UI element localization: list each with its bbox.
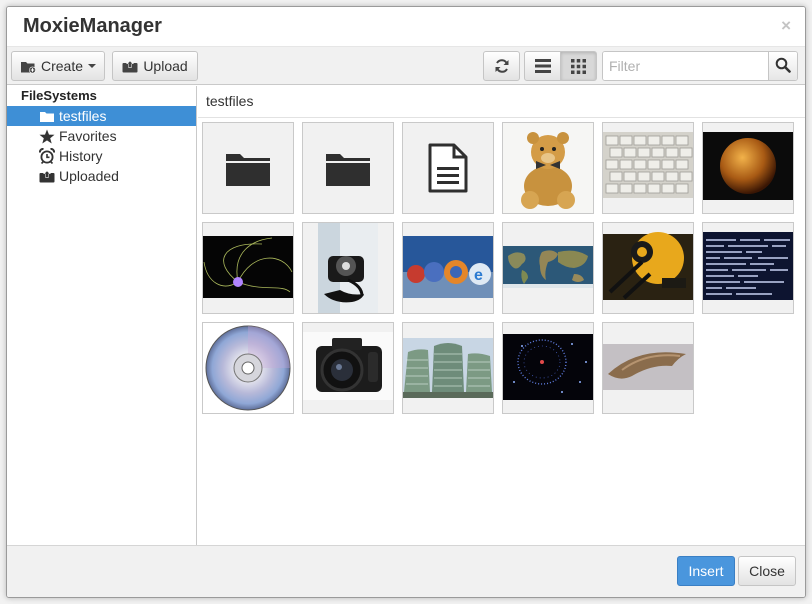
window-title: MoxieManager <box>23 15 162 37</box>
building-image <box>403 323 493 413</box>
file-tile[interactable] <box>702 122 794 214</box>
filter-box <box>602 51 798 81</box>
file-tile[interactable] <box>402 322 494 414</box>
create-label: Create <box>40 58 84 74</box>
filter-input[interactable] <box>603 52 769 80</box>
file-tile[interactable] <box>302 122 394 214</box>
folder-icon <box>224 148 272 188</box>
file-tile[interactable] <box>502 322 594 414</box>
insert-button[interactable]: Insert <box>677 556 735 586</box>
gear-machine-image <box>603 223 693 313</box>
upload-box-icon <box>39 168 57 184</box>
close-button[interactable]: Close <box>738 556 796 586</box>
file-tile[interactable]: e <box>402 222 494 314</box>
file-tile[interactable] <box>302 322 394 414</box>
light-trails-image <box>203 223 293 313</box>
sidebar-item-history[interactable]: History <box>7 146 196 166</box>
world-map-image <box>503 223 593 313</box>
cd-disc-image <box>203 323 293 413</box>
tree-root-label: FileSystems <box>21 88 97 103</box>
file-tile[interactable] <box>402 122 494 214</box>
teddy-bear-image <box>503 123 593 213</box>
file-manager-dialog: MoxieManager × Create Upload Filter File… <box>6 6 806 598</box>
file-tile[interactable] <box>502 222 594 314</box>
search-icon <box>775 57 791 76</box>
dialog-footer: Insert Close <box>7 545 805 597</box>
refresh-icon <box>494 58 510 74</box>
svg-text:e: e <box>474 267 483 284</box>
list-view-icon <box>534 59 551 73</box>
folder-add-icon <box>20 59 37 74</box>
browser-logos-image: e <box>403 223 493 313</box>
keyboard-image <box>603 123 693 213</box>
file-tile[interactable] <box>602 222 694 314</box>
upload-label: Upload <box>143 58 188 74</box>
telephone-image <box>303 223 393 313</box>
sidebar-item-testfiles[interactable]: testfiles <box>7 106 196 126</box>
sidebar-item-favorites[interactable]: Favorites <box>7 126 196 146</box>
file-tile[interactable] <box>602 122 694 214</box>
search-button[interactable] <box>768 52 797 80</box>
create-button[interactable]: Create <box>11 51 105 81</box>
sidebar-item-label: Uploaded <box>59 168 119 184</box>
file-tile[interactable] <box>602 322 694 414</box>
list-view-button[interactable] <box>524 51 561 81</box>
folder-icon <box>324 148 372 188</box>
file-browser: testfiles e <box>198 86 805 545</box>
terminal-text-image <box>703 223 793 313</box>
upload-button[interactable]: Upload <box>112 51 198 81</box>
sidebar-item-label: testfiles <box>59 108 107 124</box>
file-tile[interactable] <box>202 322 294 414</box>
planet-image <box>703 123 793 213</box>
close-icon[interactable]: × <box>781 16 791 36</box>
file-tile[interactable] <box>702 222 794 314</box>
sidebar-item-label: Favorites <box>59 128 117 144</box>
star-icon <box>39 128 57 144</box>
grid-view-button[interactable] <box>560 51 597 81</box>
camera-image <box>303 323 393 413</box>
breadcrumb: testfiles <box>198 86 805 118</box>
toolbar: Create Upload <box>7 47 805 85</box>
current-path[interactable]: testfiles <box>206 93 253 109</box>
chevron-down-icon <box>88 64 97 68</box>
sidebar-item-uploaded[interactable]: Uploaded <box>7 166 196 186</box>
sidebar: FileSystems testfiles Favorites History … <box>7 86 197 545</box>
file-tile[interactable] <box>202 222 294 314</box>
file-tile[interactable] <box>502 122 594 214</box>
file-tile[interactable] <box>202 122 294 214</box>
upload-icon <box>122 59 138 73</box>
sidebar-item-label: History <box>59 148 103 164</box>
file-tile[interactable] <box>302 222 394 314</box>
particle-ring-image <box>503 323 593 413</box>
grid-view-icon <box>571 58 586 74</box>
refresh-button[interactable] <box>483 51 520 81</box>
folder-open-icon <box>39 108 57 124</box>
title-bar: MoxieManager × <box>7 7 805 47</box>
alarm-clock-icon <box>39 148 57 164</box>
claw-image <box>603 323 693 413</box>
document-icon <box>427 143 469 193</box>
